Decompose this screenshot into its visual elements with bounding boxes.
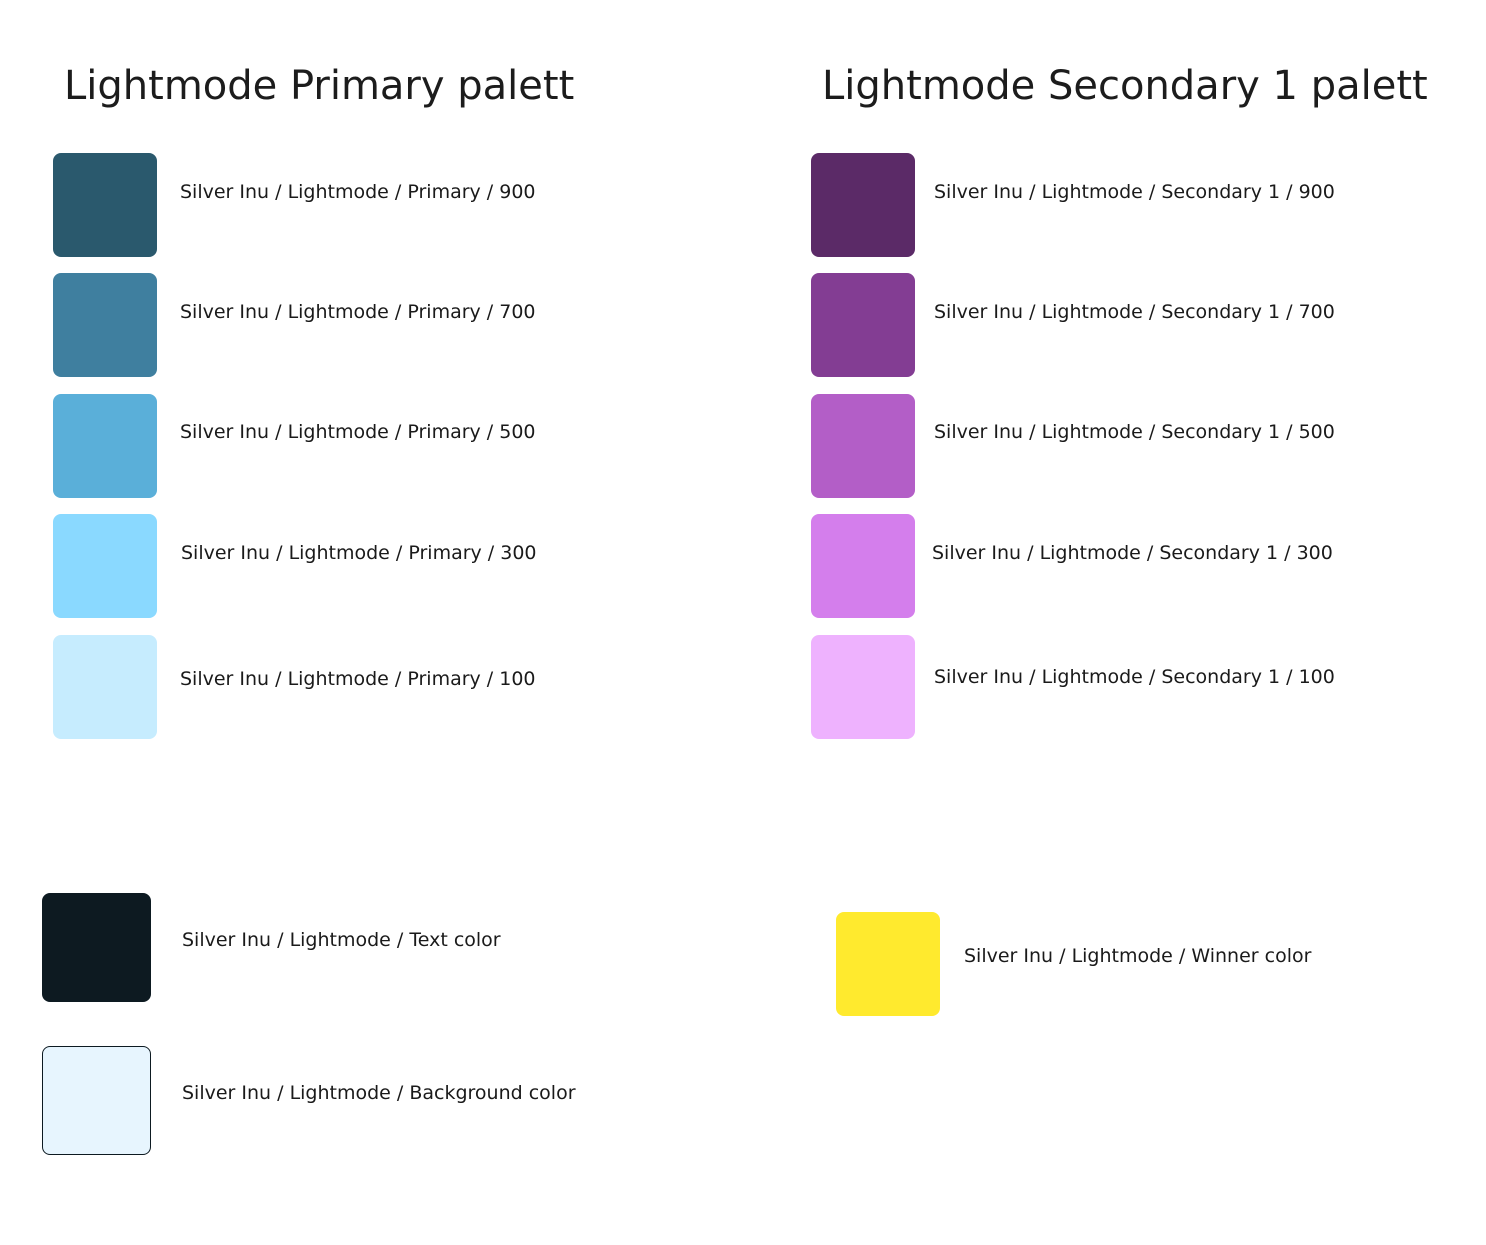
background-color-label: Silver Inu / Lightmode / Background colo… [182,1082,576,1104]
primary-700-label: Silver Inu / Lightmode / Primary / 700 [180,301,536,323]
secondary-900-swatch [811,153,915,257]
secondary-100-swatch [811,635,915,739]
primary-700-swatch [53,273,157,377]
secondary-700-label: Silver Inu / Lightmode / Secondary 1 / 7… [934,301,1335,323]
secondary-900-label: Silver Inu / Lightmode / Secondary 1 / 9… [934,181,1335,203]
primary-palette-title: Lightmode Primary palett [64,63,575,109]
secondary-100-label: Silver Inu / Lightmode / Secondary 1 / 1… [934,666,1335,688]
winner-color-swatch [836,912,940,1016]
text-color-label: Silver Inu / Lightmode / Text color [182,929,501,951]
secondary-300-swatch [811,514,915,618]
primary-300-label: Silver Inu / Lightmode / Primary / 300 [181,542,537,564]
primary-500-swatch [53,394,157,498]
primary-500-label: Silver Inu / Lightmode / Primary / 500 [180,421,536,443]
primary-300-swatch [53,514,157,618]
secondary-500-label: Silver Inu / Lightmode / Secondary 1 / 5… [934,421,1335,443]
primary-900-swatch [53,153,157,257]
primary-900-label: Silver Inu / Lightmode / Primary / 900 [180,181,536,203]
primary-100-label: Silver Inu / Lightmode / Primary / 100 [180,668,536,690]
secondary-300-label: Silver Inu / Lightmode / Secondary 1 / 3… [932,542,1333,564]
primary-100-swatch [53,635,157,739]
secondary-palette-title: Lightmode Secondary 1 palett [822,63,1428,109]
secondary-500-swatch [811,394,915,498]
text-color-swatch [42,893,151,1002]
winner-color-label: Silver Inu / Lightmode / Winner color [964,945,1312,967]
background-color-swatch [42,1046,151,1155]
secondary-700-swatch [811,273,915,377]
